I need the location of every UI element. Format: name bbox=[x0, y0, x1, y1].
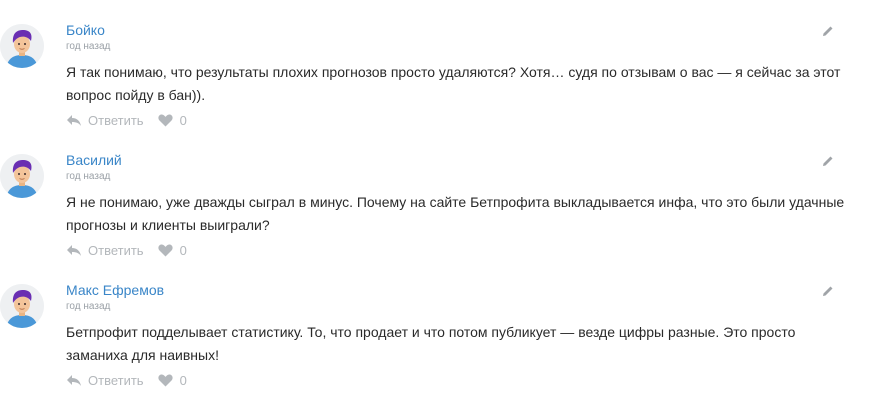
heart-icon bbox=[157, 373, 173, 387]
reply-label: Ответить bbox=[88, 372, 144, 388]
comment-item: Макс Ефремов год назад Бетпрофит подделы… bbox=[0, 260, 892, 390]
comment-time: год назад bbox=[66, 41, 111, 52]
like-count: 0 bbox=[179, 112, 187, 128]
reply-arrow-icon bbox=[66, 114, 82, 127]
like-button[interactable]: 0 bbox=[157, 372, 187, 388]
edit-pencil-icon[interactable] bbox=[822, 24, 834, 36]
avatar bbox=[0, 24, 44, 68]
like-button[interactable]: 0 bbox=[157, 112, 187, 128]
reply-button[interactable]: Ответить bbox=[66, 243, 144, 258]
comment-item: Василий год назад Я не понимаю, уже дваж… bbox=[0, 130, 892, 260]
comment-text: Я так понимаю, что результаты плохих про… bbox=[66, 64, 841, 103]
comment-actions: Ответить 0 bbox=[66, 242, 187, 258]
like-count: 0 bbox=[179, 242, 187, 258]
avatar bbox=[0, 154, 44, 198]
heart-icon bbox=[157, 113, 173, 127]
comment-author[interactable]: Бойко bbox=[66, 22, 105, 38]
reply-arrow-icon bbox=[66, 374, 82, 387]
comment-actions: Ответить 0 bbox=[66, 112, 187, 128]
comment-time: год назад bbox=[66, 301, 111, 312]
avatar bbox=[0, 284, 44, 328]
reply-button[interactable]: Ответить bbox=[66, 373, 144, 388]
reply-label: Ответить bbox=[88, 242, 144, 258]
edit-pencil-icon[interactable] bbox=[822, 284, 834, 296]
like-count: 0 bbox=[179, 372, 187, 388]
comment-author[interactable]: Василий bbox=[66, 152, 122, 168]
reply-label: Ответить bbox=[88, 112, 144, 128]
comment-time: год назад bbox=[66, 171, 111, 182]
comment-actions: Ответить 0 bbox=[66, 372, 187, 388]
comment-item: Бойко год назад Я так понимаю, что резул… bbox=[0, 0, 892, 130]
edit-pencil-icon[interactable] bbox=[822, 154, 834, 166]
like-button[interactable]: 0 bbox=[157, 242, 187, 258]
comment-author[interactable]: Макс Ефремов bbox=[66, 282, 164, 298]
comment-text: Я не понимаю, уже дважды сыграл в минус.… bbox=[66, 194, 845, 233]
reply-button[interactable]: Ответить bbox=[66, 113, 144, 128]
reply-arrow-icon bbox=[66, 244, 82, 257]
comment-text: Бетпрофит подделывает статистику. То, чт… bbox=[66, 324, 796, 363]
comments-list: Бойко год назад Я так понимаю, что резул… bbox=[0, 0, 892, 403]
heart-icon bbox=[157, 243, 173, 257]
